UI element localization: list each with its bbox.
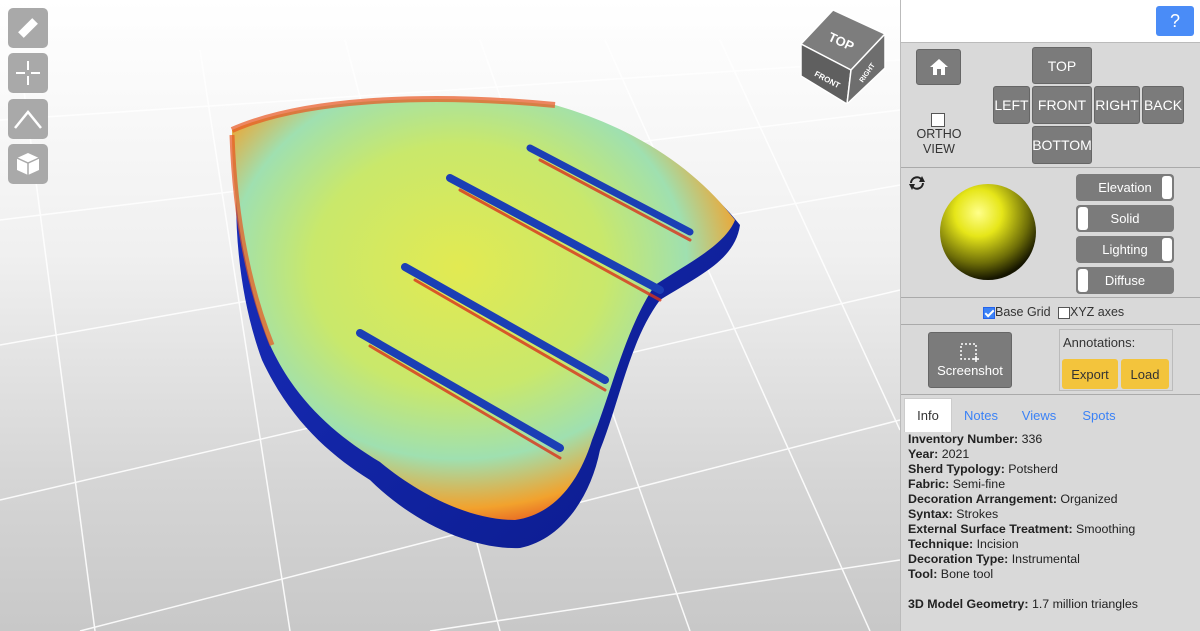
render-toggle-diffuse[interactable]: Diffuse [1076, 267, 1174, 294]
view-top-button[interactable]: TOP [1032, 47, 1092, 84]
control-panel: ? TOP LEFT FRONT RIGHT BACK BOTTOM ORTHO… [900, 0, 1200, 631]
render-toggle-label: Diffuse [1104, 273, 1146, 288]
info-row: Inventory Number: 336 [908, 432, 1198, 447]
view-bottom-button[interactable]: BOTTOM [1032, 126, 1092, 164]
info-key: Syntax: [908, 507, 953, 521]
home-icon [929, 59, 948, 75]
tab-views[interactable]: Views [1015, 398, 1063, 432]
geometry-value: 1.7 million triangles [1028, 597, 1139, 611]
info-value: 2021 [938, 447, 970, 461]
screenshot-label: Screenshot [937, 362, 1003, 378]
info-key: Year: [908, 447, 939, 461]
base-grid-label: Base Grid [995, 305, 1051, 319]
info-key: Inventory Number: [908, 432, 1019, 446]
view-back-button[interactable]: BACK [1142, 86, 1184, 124]
ruler-icon [18, 18, 38, 38]
tab-info[interactable]: Info [904, 398, 952, 432]
info-row: Technique: Incision [908, 537, 1198, 552]
panel-topbar: ? [901, 0, 1200, 43]
geometry-row: 3D Model Geometry: 1.7 million triangles [908, 597, 1198, 612]
info-key: Decoration Arrangement: [908, 492, 1057, 506]
screenshot-icon [960, 342, 979, 362]
info-key: Technique: [908, 537, 974, 551]
geometry-key: 3D Model Geometry: [908, 597, 1029, 611]
info-value: 336 [1018, 432, 1043, 446]
render-toggle-solid[interactable]: Solid [1076, 205, 1174, 232]
view-right-button[interactable]: RIGHT [1094, 86, 1140, 124]
info-key: Sherd Typology: [908, 462, 1005, 476]
info-value: Bone tool [937, 567, 994, 581]
view-left-button[interactable]: LEFT [993, 86, 1030, 124]
view-front-button[interactable]: FRONT [1032, 86, 1092, 124]
screenshot-button[interactable]: Screenshot [928, 332, 1012, 388]
annotations-title: Annotations: [1063, 335, 1136, 350]
view-controls: TOP LEFT FRONT RIGHT BACK BOTTOM ORTHO V… [901, 43, 1200, 168]
angle-tool-button[interactable] [8, 99, 48, 139]
render-toggle-label: Lighting [1102, 242, 1148, 257]
3d-viewport[interactable]: TOP FRONT RIGHT [0, 0, 900, 631]
ortho-label-line1: ORTHO [916, 127, 962, 141]
info-value: Organized [1056, 492, 1118, 506]
home-button[interactable] [916, 49, 961, 85]
pick-point-button[interactable] [8, 53, 48, 93]
annotations-load-button[interactable]: Load [1121, 359, 1169, 389]
info-key: Tool: [908, 567, 938, 581]
tab-notes[interactable]: Notes [957, 398, 1005, 432]
ortho-view-label: ORTHO VIEW [909, 127, 969, 157]
navigation-cube[interactable]: TOP FRONT RIGHT [793, 4, 893, 104]
grid-controls: Base Grid XYZ axes [901, 298, 1200, 325]
toggle-knob [1078, 269, 1088, 292]
light-sphere[interactable] [939, 183, 1037, 281]
info-row: Year: 2021 [908, 447, 1198, 462]
info-value: Instrumental [1008, 552, 1080, 566]
measure-tool-button[interactable] [8, 8, 48, 48]
info-row: Decoration Arrangement: Organized [908, 492, 1198, 507]
info-key: Fabric: [908, 477, 950, 491]
export-controls: Screenshot Annotations: Export Load [901, 325, 1200, 395]
info-value: Strokes [952, 507, 999, 521]
info-row: External Surface Treatment: Smoothing [908, 522, 1198, 537]
annotations-export-button[interactable]: Export [1062, 359, 1118, 389]
base-grid-checkbox[interactable] [983, 306, 995, 319]
render-toggle-elevation[interactable]: Elevation [1076, 174, 1174, 201]
base-grid-toggle[interactable]: Base Grid [983, 305, 1051, 319]
xyz-axes-toggle[interactable]: XYZ axes [1058, 305, 1124, 319]
info-row: Fabric: Semi-fine [908, 477, 1198, 492]
toggle-knob [1162, 176, 1172, 199]
cube-icon [16, 153, 40, 175]
info-key: Decoration Type: [908, 552, 1009, 566]
info-row: Tool: Bone tool [908, 567, 1198, 582]
xyz-axes-label: XYZ axes [1070, 305, 1125, 319]
scene-canvas[interactable] [0, 0, 900, 631]
info-row: Decoration Type: Instrumental [908, 552, 1198, 567]
help-button[interactable]: ? [1156, 6, 1194, 36]
annotations-box: Annotations: Export Load [1059, 329, 1173, 391]
info-value: Smoothing [1072, 522, 1136, 536]
xyz-axes-checkbox[interactable] [1058, 306, 1070, 319]
info-content: Inventory Number: 336 Year: 2021 Sherd Typ… [908, 432, 1198, 612]
render-toggle-label: Elevation [1098, 180, 1152, 195]
render-toggle-label: Solid [1110, 211, 1140, 226]
angle-icon [14, 110, 42, 129]
info-value: Incision [973, 537, 1019, 551]
toggle-knob [1162, 238, 1172, 261]
render-controls: Elevation Solid Lighting Diffuse [901, 168, 1200, 298]
section-tool-button[interactable] [8, 144, 48, 184]
info-tabs: Info Notes Views Spots [901, 398, 1200, 432]
rotate-icon[interactable] [907, 174, 927, 192]
ortho-label-line2: VIEW [923, 142, 955, 156]
info-row: Sherd Typology: Potsherd [908, 462, 1198, 477]
info-value: Potsherd [1004, 462, 1058, 476]
info-value: Semi-fine [949, 477, 1006, 491]
info-key: External Surface Treatment: [908, 522, 1073, 536]
tab-spots[interactable]: Spots [1075, 398, 1123, 432]
render-toggle-lighting[interactable]: Lighting [1076, 236, 1174, 263]
ortho-checkbox[interactable] [931, 112, 945, 127]
crosshair-icon [16, 61, 40, 85]
toggle-knob [1078, 207, 1088, 230]
info-row: Syntax: Strokes [908, 507, 1198, 522]
